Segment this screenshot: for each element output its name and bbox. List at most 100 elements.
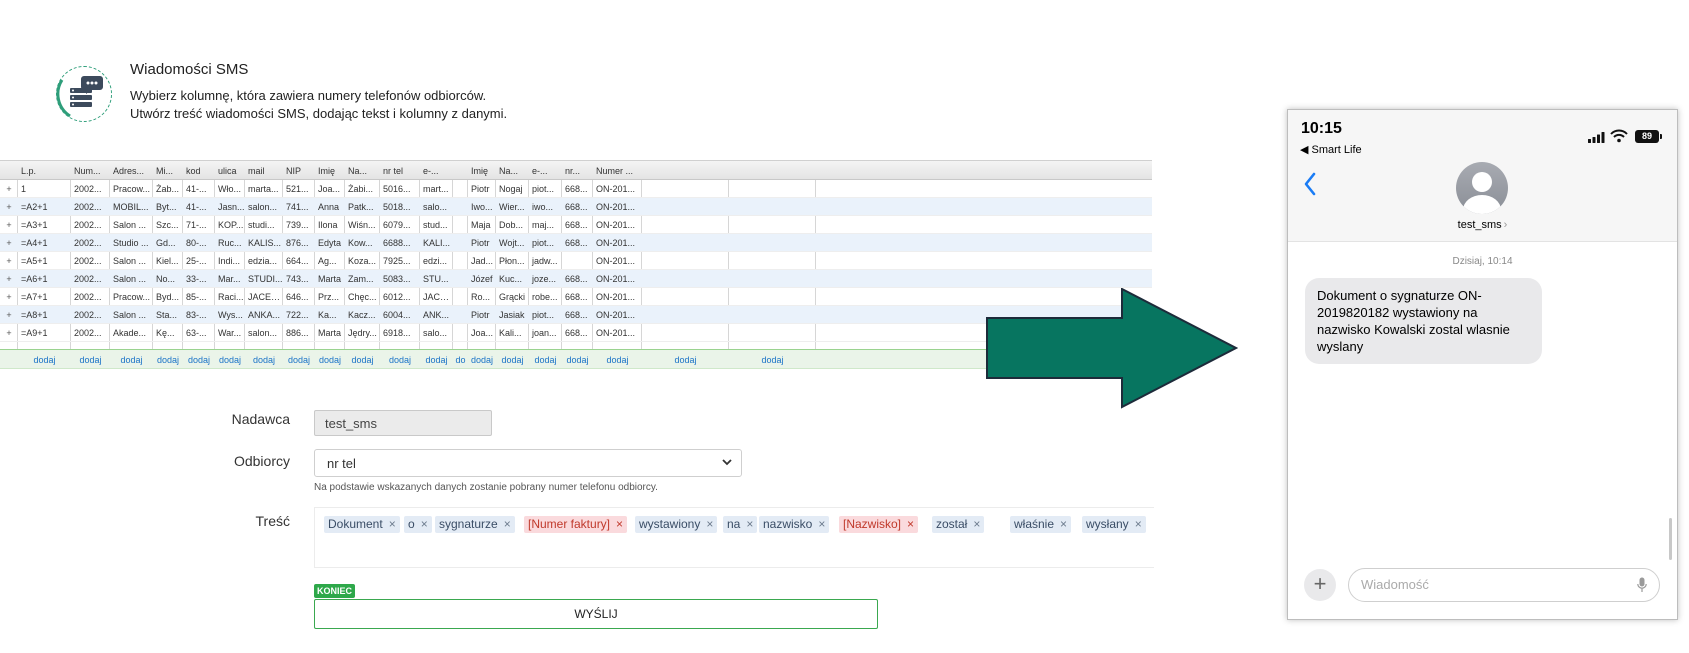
- content-text-tag[interactable]: na ×: [723, 516, 758, 533]
- content-variable-tag[interactable]: [Numer faktury] ×: [524, 516, 628, 533]
- add-column-link[interactable]: dodaj: [245, 350, 283, 368]
- grid-column-header[interactable]: mail: [245, 161, 283, 179]
- add-column-link[interactable]: dodaj: [153, 350, 183, 368]
- remove-tag-icon[interactable]: ×: [1060, 517, 1067, 531]
- contact-name[interactable]: test_sms ›: [1288, 219, 1677, 231]
- grid-column-header[interactable]: [729, 161, 816, 179]
- grid-cell: marta...: [248, 184, 279, 194]
- add-column-link[interactable]: dodaj: [593, 350, 642, 368]
- grid-column-header[interactable]: [0, 161, 18, 179]
- grid-cell: =A4+1: [21, 238, 48, 248]
- grid-cell: Żab...: [156, 184, 180, 194]
- content-variable-tag[interactable]: [Nazwisko] ×: [839, 516, 919, 533]
- scrollbar[interactable]: [1669, 518, 1672, 560]
- add-column-link[interactable]: dodaj: [729, 350, 816, 368]
- add-column-link[interactable]: dodaj: [110, 350, 153, 368]
- grid-cell: maj...: [532, 220, 555, 230]
- grid-column-header[interactable]: Imię: [468, 161, 496, 179]
- remove-tag-icon[interactable]: ×: [973, 517, 980, 531]
- expand-row-icon[interactable]: +: [0, 234, 18, 251]
- add-column-link[interactable]: dodaj: [496, 350, 529, 368]
- add-column-link[interactable]: dodaj: [18, 350, 71, 368]
- remove-tag-icon[interactable]: ×: [389, 517, 396, 531]
- grid-column-header[interactable]: Na...: [496, 161, 529, 179]
- expand-row-icon[interactable]: +: [0, 180, 18, 197]
- content-label: Treść: [255, 513, 290, 529]
- remove-tag-icon[interactable]: ×: [504, 517, 511, 531]
- remove-tag-icon[interactable]: ×: [907, 517, 914, 531]
- grid-column-header[interactable]: [642, 161, 729, 179]
- expand-row-icon[interactable]: +: [0, 198, 18, 215]
- grid-cell: =A3+1: [21, 220, 48, 230]
- content-text-tag[interactable]: właśnie ×: [1010, 516, 1072, 533]
- grid-column-header[interactable]: kod: [183, 161, 215, 179]
- grid-column-header[interactable]: ulica: [215, 161, 245, 179]
- content-text-tag[interactable]: o ×: [404, 516, 432, 533]
- grid-column-header[interactable]: [453, 161, 468, 179]
- remove-tag-icon[interactable]: ×: [746, 517, 753, 531]
- content-text-tag[interactable]: został ×: [932, 516, 985, 533]
- back-chevron-icon[interactable]: [1303, 172, 1317, 196]
- grid-column-header[interactable]: Adres...: [110, 161, 153, 179]
- data-grid[interactable]: L.p. Num... Adres... Mi... kod ulica mail NIP Im…: [0, 160, 1152, 369]
- grid-cell: [642, 288, 729, 305]
- add-column-link[interactable]: dodaj: [315, 350, 345, 368]
- add-column-link[interactable]: dodaj: [183, 350, 215, 368]
- expand-row-icon[interactable]: +: [0, 216, 18, 233]
- expand-row-icon[interactable]: +: [0, 306, 18, 323]
- phone-header: 10:15 ◀ Smart Life 89 test_sms ›: [1288, 110, 1677, 242]
- grid-cell: piot...: [532, 310, 555, 320]
- add-column-link[interactable]: dodaj: [71, 350, 110, 368]
- grid-cell: 63-...: [186, 328, 207, 338]
- add-column-link[interactable]: dodaj: [345, 350, 380, 368]
- back-to-app-link[interactable]: ◀ Smart Life: [1300, 143, 1362, 156]
- contact-avatar[interactable]: [1456, 162, 1508, 214]
- grid-cell: [642, 324, 729, 341]
- add-column-link[interactable]: dodaj: [562, 350, 593, 368]
- remove-tag-icon[interactable]: ×: [616, 517, 623, 531]
- send-button[interactable]: WYŚLIJ: [314, 599, 878, 629]
- remove-tag-icon[interactable]: ×: [818, 517, 825, 531]
- grid-cell: 668...: [565, 184, 588, 194]
- add-column-link[interactable]: dodaj: [642, 350, 729, 368]
- remove-tag-icon[interactable]: ×: [1135, 517, 1142, 531]
- remove-tag-icon[interactable]: ×: [706, 517, 713, 531]
- add-column-link[interactable]: dodaj: [380, 350, 420, 368]
- grid-column-header[interactable]: NIP: [283, 161, 315, 179]
- grid-column-header[interactable]: Na...: [345, 161, 380, 179]
- grid-column-header[interactable]: nr tel: [380, 161, 420, 179]
- grid-column-header[interactable]: Numer ...: [593, 161, 642, 179]
- grid-column-header[interactable]: L.p.: [18, 161, 71, 179]
- remove-tag-icon[interactable]: ×: [421, 517, 428, 531]
- grid-column-header[interactable]: nr...: [562, 161, 593, 179]
- content-text-tag[interactable]: nazwisko ×: [759, 516, 830, 533]
- grid-column-header[interactable]: Imię: [315, 161, 345, 179]
- add-column-link[interactable]: dodaj: [468, 350, 496, 368]
- content-text-tag[interactable]: Dokument ×: [324, 516, 400, 533]
- expand-row-icon[interactable]: +: [0, 252, 18, 269]
- grid-column-header[interactable]: Num...: [71, 161, 110, 179]
- add-column-link[interactable]: [0, 350, 18, 368]
- grid-cell: Marta: [318, 328, 342, 338]
- add-column-link[interactable]: dodaj: [529, 350, 562, 368]
- content-text-tag[interactable]: wysłany ×: [1082, 516, 1146, 533]
- message-content-editor[interactable]: Dokument × o × sygnaturze × [Numer faktury] × wy…: [314, 507, 1154, 568]
- microphone-icon[interactable]: [1637, 577, 1647, 593]
- add-column-link[interactable]: dodaj: [215, 350, 245, 368]
- grid-column-header[interactable]: Mi...: [153, 161, 183, 179]
- grid-column-header[interactable]: e-...: [420, 161, 453, 179]
- grid-cell: [642, 198, 729, 215]
- message-input[interactable]: Wiadomość: [1348, 568, 1660, 602]
- grid-column-header[interactable]: e-...: [529, 161, 562, 179]
- content-text-tag[interactable]: wystawiony ×: [635, 516, 718, 533]
- content-text-tag[interactable]: sygnaturze ×: [435, 516, 515, 533]
- expand-row-icon[interactable]: +: [0, 270, 18, 287]
- add-column-link[interactable]: dodaj: [283, 350, 315, 368]
- expand-row-icon[interactable]: +: [0, 288, 18, 305]
- add-attachment-button[interactable]: +: [1304, 569, 1336, 601]
- grid-cell: [642, 270, 729, 287]
- add-column-link[interactable]: do: [453, 350, 468, 368]
- add-column-link[interactable]: dodaj: [420, 350, 453, 368]
- expand-row-icon[interactable]: +: [0, 324, 18, 341]
- recipients-select[interactable]: nr tel: [314, 449, 742, 477]
